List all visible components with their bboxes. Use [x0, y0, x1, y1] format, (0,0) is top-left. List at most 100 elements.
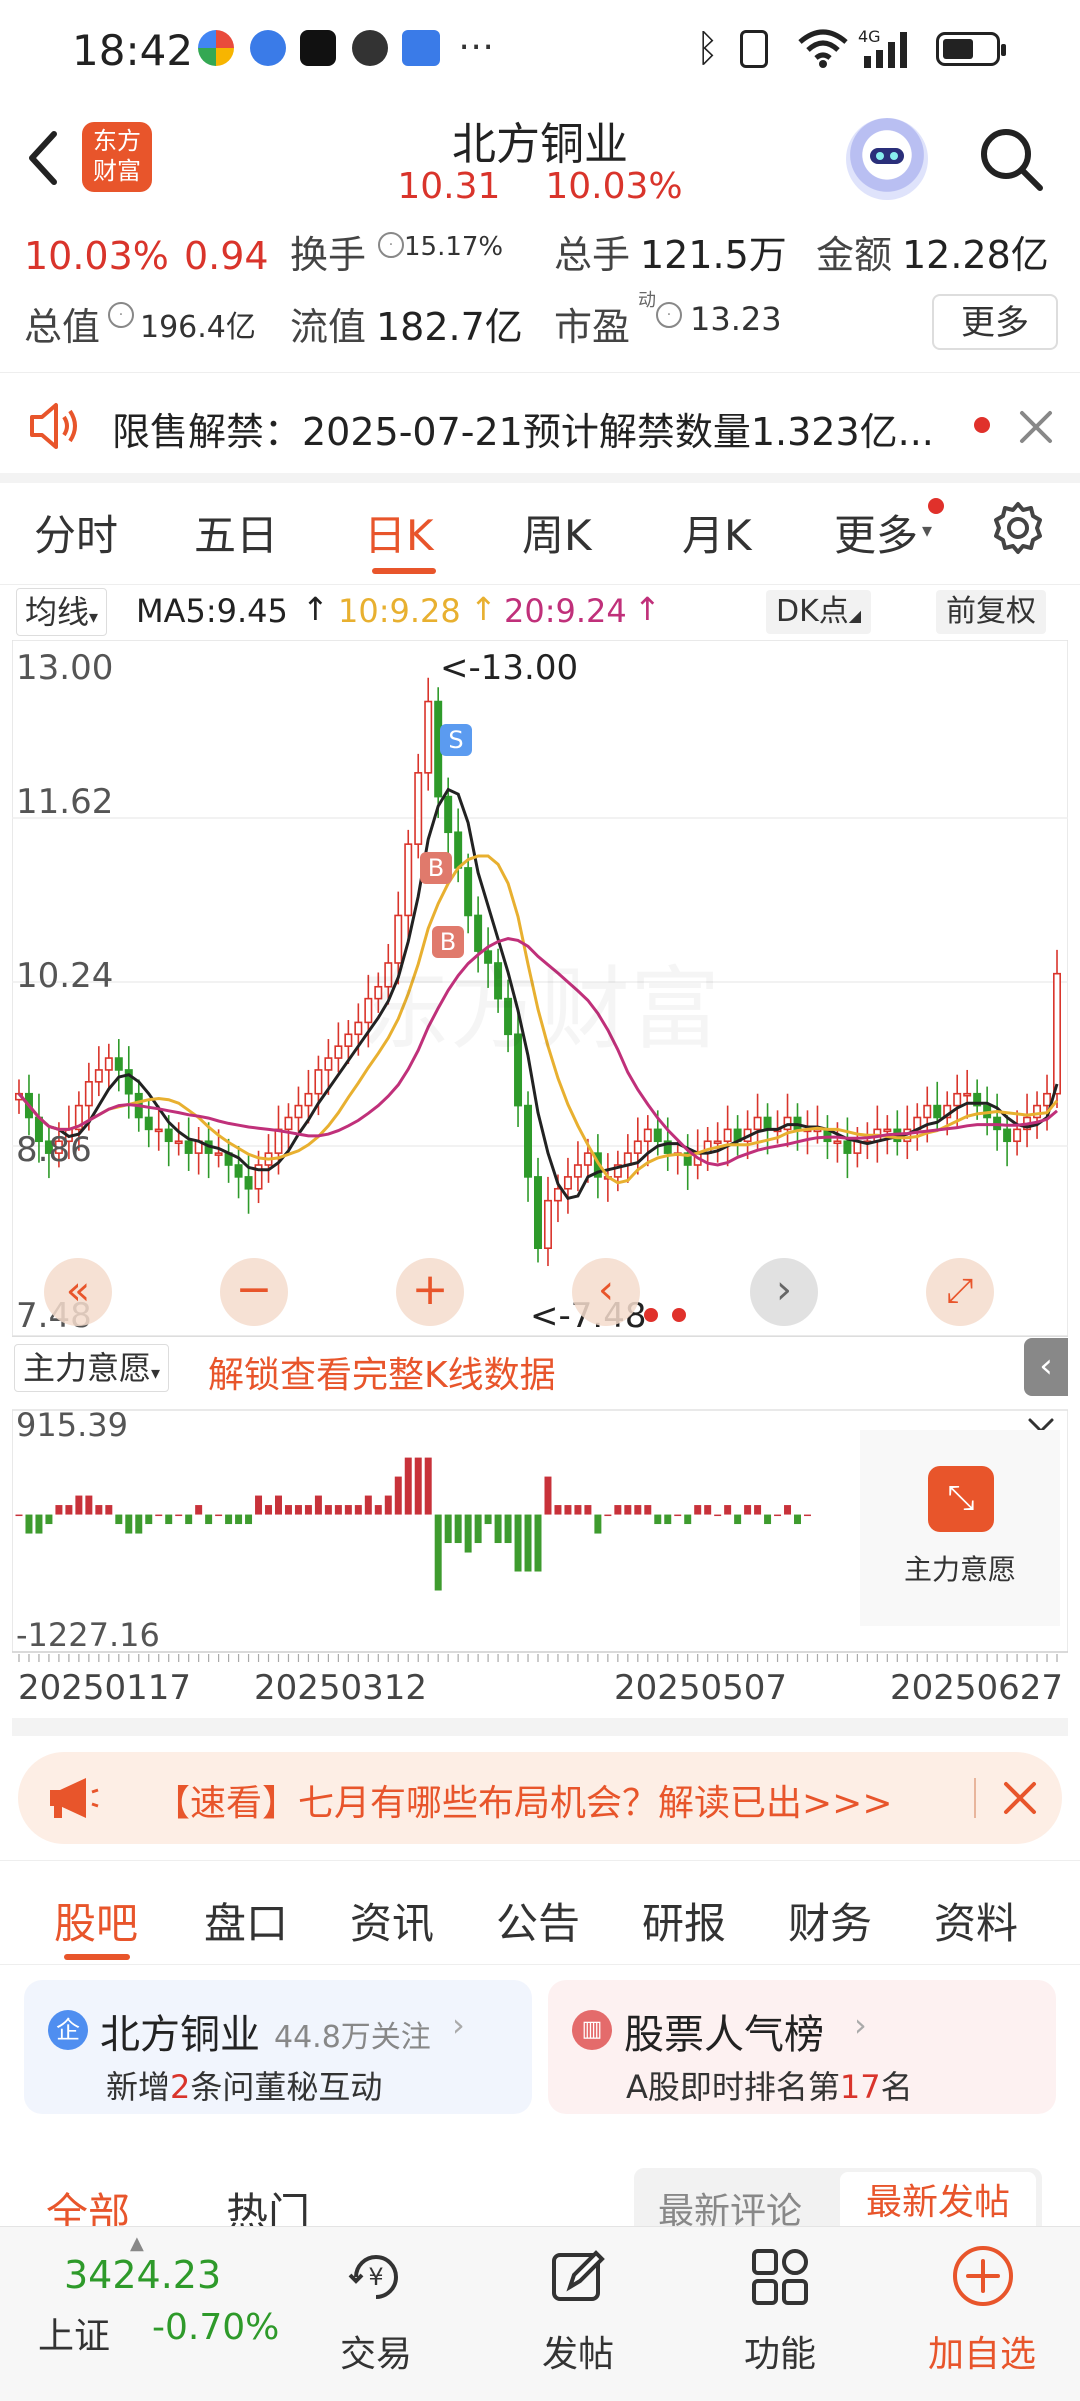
post-label[interactable]: 发帖 — [478, 2325, 678, 2377]
unlock-kline-link[interactable]: 解锁查看完整K线数据 — [208, 1346, 556, 1398]
quote-row-1: 10.03% 0.94 换手 · 15.17% 总手 121.5万 金额 12.… — [24, 230, 1064, 286]
post-edit-icon[interactable] — [546, 2245, 610, 2309]
bluetooth-icon: ᛒ — [696, 26, 719, 70]
banner-close-icon[interactable] — [1002, 1780, 1038, 1816]
indicator-bar — [624, 1505, 632, 1515]
candle-body — [1053, 972, 1062, 1095]
sort-latest-post[interactable]: 最新发帖 — [840, 2172, 1036, 2234]
y-tick-2: 10.24 — [16, 956, 114, 996]
indicator-header-divider — [12, 1336, 1068, 1337]
indicator-bar — [65, 1505, 73, 1515]
tab-news[interactable]: 资讯 — [350, 1890, 434, 1951]
battery-icon — [936, 32, 1006, 66]
candle-body — [543, 1199, 552, 1250]
popularity-card[interactable]: ▥ 股票人气榜 › A股即时排名第17名 — [548, 1980, 1056, 2114]
search-icon[interactable] — [976, 124, 1046, 194]
total-mv-info-icon[interactable]: · — [102, 302, 140, 328]
tab-forum[interactable]: 股吧 — [54, 1890, 138, 1951]
collapse-panel-button[interactable]: ‹ — [1024, 1338, 1068, 1396]
locked-indicator-card[interactable]: ⤡ 主力意愿 — [860, 1430, 1060, 1626]
company-card[interactable]: 企 北方铜业 44.8万关注 › 新增2条问董秘互动 — [24, 1980, 532, 2114]
company-card-line: 新增2条问董秘互动 — [106, 2062, 382, 2108]
scroll-left-fast-button[interactable]: « — [44, 1258, 112, 1326]
ma-dropdown-icon: ▾ — [89, 607, 99, 628]
tab-more-dropdown-icon: ▾ — [922, 518, 933, 542]
add-watchlist-icon[interactable] — [950, 2243, 1016, 2309]
tab-five-day[interactable]: 五日 — [194, 502, 278, 563]
low-marker-dot-2 — [672, 1308, 686, 1322]
function-grid-icon[interactable] — [748, 2245, 812, 2309]
add-watchlist-label[interactable]: 加自选 — [882, 2325, 1080, 2377]
zoom-out-button[interactable]: − — [220, 1258, 288, 1326]
bottom-nav: ▲ 3424.23 上证 -0.70% ¥ 交易 发帖 功能 加自选 — [0, 2226, 1080, 2401]
indicator-bar — [105, 1505, 113, 1515]
forum-tab-indicator — [64, 1954, 130, 1960]
scroll-left-button[interactable]: ‹ — [572, 1258, 640, 1326]
tab-more[interactable]: 更多 — [834, 502, 918, 563]
company-line-suffix: 条问董秘互动 — [190, 2068, 383, 2106]
tab-monthly-k[interactable]: 月K — [682, 502, 752, 563]
indicator-bar — [484, 1514, 492, 1525]
x-tick-1: 20250312 — [254, 1668, 428, 1708]
bank-notification-icon — [402, 30, 440, 66]
promo-banner[interactable]: 【速看】七月有哪些布局机会？解读已出>>> — [18, 1752, 1062, 1844]
more-button[interactable]: 更多 — [932, 294, 1058, 350]
index-value: 3424.23 — [64, 2253, 222, 2297]
robot-assistant-icon[interactable] — [846, 118, 928, 200]
fullscreen-button[interactable]: ⤢ — [926, 1258, 994, 1326]
active-tab-indicator — [372, 568, 436, 574]
indicator-bar — [574, 1505, 582, 1515]
indicator-bar — [344, 1505, 352, 1515]
indicator-bar — [414, 1457, 422, 1515]
dk-label: DK点 — [776, 594, 849, 629]
settings-gear-icon[interactable] — [990, 500, 1046, 556]
function-label[interactable]: 功能 — [680, 2325, 880, 2377]
scroll-right-button[interactable]: › — [750, 1258, 818, 1326]
candle-body — [1013, 1128, 1022, 1143]
candle-body — [843, 1140, 852, 1154]
tab-intraday[interactable]: 分时 — [34, 502, 118, 563]
close-icon[interactable] — [1018, 409, 1054, 445]
tab-weekly-k[interactable]: 周K — [522, 502, 592, 563]
tab-order-book[interactable]: 盘口 — [204, 1890, 288, 1951]
popularity-line-num: 17 — [839, 2068, 881, 2106]
candle-body — [753, 1116, 762, 1131]
candle-body — [833, 1140, 842, 1145]
popularity-card-line: A股即时排名第17名 — [626, 2062, 913, 2108]
indicator-bar — [155, 1514, 163, 1517]
pe-info-icon[interactable]: · — [650, 302, 688, 328]
zoom-in-button[interactable]: + — [396, 1258, 464, 1326]
candle-body — [1033, 1104, 1042, 1119]
indicator-bar — [704, 1505, 712, 1515]
tab-daily-k[interactable]: 日K — [364, 502, 434, 563]
indicator-bar — [304, 1505, 312, 1515]
banner-text: 【速看】七月有哪些布局机会？解读已出>>> — [154, 1783, 893, 1824]
bottom-tabs-divider — [0, 1964, 1080, 1965]
signal-b-2: B — [432, 926, 464, 958]
trade-icon[interactable]: ¥ — [344, 2245, 408, 2309]
dk-point-button[interactable]: DK点◢ — [766, 590, 872, 634]
unlock-notice-bar[interactable]: 限售解禁：2025-07-21预计解禁数量1.323亿... — [0, 372, 1080, 483]
tab-research[interactable]: 研报 — [642, 1890, 726, 1951]
adjust-button[interactable]: 前复权 — [936, 590, 1046, 634]
indicator-bar — [45, 1514, 53, 1525]
tab-announcements[interactable]: 公告 — [496, 1890, 580, 1951]
indicator-bar — [364, 1495, 372, 1515]
indicator-bar — [235, 1514, 243, 1525]
tab-finance[interactable]: 财务 — [788, 1890, 872, 1951]
trade-label[interactable]: 交易 — [276, 2325, 476, 2377]
indicator-select[interactable]: 主力意愿▾ — [14, 1344, 170, 1392]
indicator-bar — [474, 1514, 482, 1544]
popularity-card-title: 股票人气榜 — [624, 2012, 824, 2058]
indicator-bar — [225, 1514, 233, 1525]
candle-body — [244, 1176, 253, 1190]
ma-select[interactable]: 均线▾ — [16, 588, 108, 636]
total-mv-label: 总值 — [24, 305, 101, 349]
tab-profile[interactable]: 资料 — [934, 1890, 1018, 1951]
indicator-bar — [195, 1505, 203, 1515]
candle-body — [164, 1128, 173, 1143]
candle-body — [184, 1140, 193, 1154]
quote-row-2: 总值 · 196.4亿 流值 182.7亿 市盈 动 · 13.23 更多 — [24, 290, 1064, 356]
x-tick-3: 20250627 — [890, 1668, 1064, 1708]
candle-body — [454, 831, 463, 869]
